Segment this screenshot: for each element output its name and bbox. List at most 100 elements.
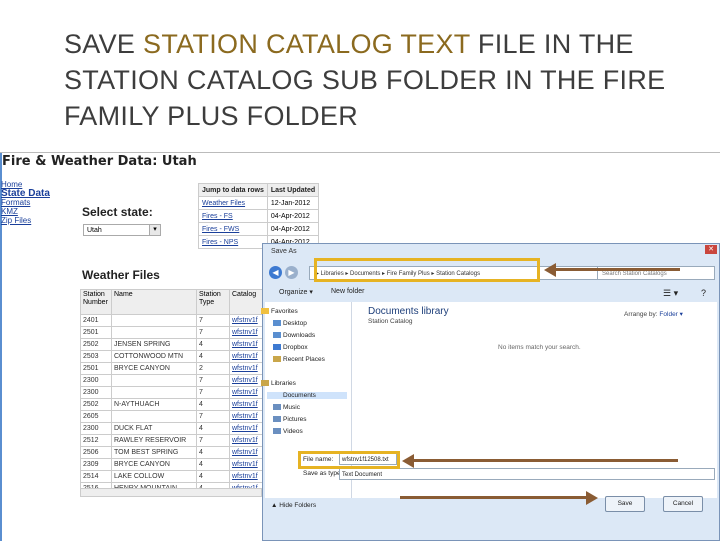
table-cell: TOM BEST SPRING	[111, 446, 197, 459]
savetype-select[interactable]: Text Document	[339, 468, 715, 480]
table-cell: RAWLEY RESERVOIR	[111, 434, 197, 447]
catalog-link[interactable]: wfstnv1f	[229, 446, 265, 459]
jump-link[interactable]: Fires - NPS	[198, 235, 268, 249]
back-button[interactable]: ◀	[269, 266, 282, 279]
table-cell: 2309	[80, 458, 112, 471]
save-button[interactable]: Save	[605, 496, 645, 512]
table-cell: 2300	[80, 386, 112, 399]
table-cell: 2502	[80, 338, 112, 351]
nav-link-formats[interactable]: Formats	[1, 198, 71, 207]
table-row: 2300 DUCK FLAT 4 wfstnv1f	[80, 422, 265, 435]
cancel-button[interactable]: Cancel	[663, 496, 703, 512]
nav-item-label: Favorites	[271, 308, 298, 315]
slide-title: SAVE STATION CATALOG TEXT FILE IN THE ST…	[64, 26, 704, 134]
catalog-link[interactable]: wfstnv1f	[229, 458, 265, 471]
jump-link[interactable]: Fires - FWS	[198, 222, 268, 236]
nav-item-favorites[interactable]: Favorites	[261, 308, 298, 315]
nav-item-dropbox[interactable]: Dropbox	[273, 344, 308, 351]
view-icon[interactable]: ☰ ▾	[663, 288, 678, 299]
table-row: 2502 JENSEN SPRING 4 wfstnv1f	[80, 338, 265, 351]
nav-item-label: Music	[283, 404, 300, 411]
nav-link-state-data[interactable]: State Data	[1, 189, 71, 199]
nav-item-music[interactable]: Music	[273, 404, 300, 411]
table-cell	[111, 410, 197, 423]
catalog-link[interactable]: wfstnv1f	[229, 422, 265, 435]
table-cell: 2300	[80, 422, 112, 435]
page-heading: Fire & Weather Data: Utah	[2, 154, 197, 169]
jump-date: 04-Apr-2012	[266, 209, 320, 223]
arrange-label: Arrange by:	[624, 311, 658, 318]
jump-link[interactable]: Fires - FS	[198, 209, 268, 223]
empty-message: No items match your search.	[498, 344, 581, 351]
close-icon[interactable]: ✕	[705, 245, 717, 254]
catalog-link[interactable]: wfstnv1f	[229, 314, 265, 327]
weather-table: Station Number Name Station Type Catalog…	[80, 289, 265, 495]
nav-item-label: Documents	[283, 392, 316, 399]
catalog-link[interactable]: wfstnv1f	[229, 338, 265, 351]
catalog-link[interactable]: wfstnv1f	[229, 470, 265, 483]
page-header: Fire & Weather Data: Utah	[0, 153, 720, 171]
nav-item-label: Videos	[283, 428, 303, 435]
table-cell: 2502	[80, 398, 112, 411]
arrange-value[interactable]: Folder ▾	[659, 311, 683, 318]
horizontal-scrollbar[interactable]	[80, 488, 262, 497]
table-cell: 2501	[80, 362, 112, 375]
nav-link-kmz[interactable]: KMZ	[1, 207, 71, 216]
dialog-toolbar: Organize ▾ New folder ☰ ▾ ?	[265, 286, 717, 300]
table-cell: 4	[196, 338, 230, 351]
table-row: Fires - FS 04-Apr-2012	[198, 209, 320, 223]
nav-link-zip-files[interactable]: Zip Files	[1, 216, 71, 225]
table-cell: 4	[196, 470, 230, 483]
catalog-link[interactable]: wfstnv1f	[229, 398, 265, 411]
catalog-link[interactable]: wfstnv1f	[229, 374, 265, 387]
catalog-link[interactable]: wfstnv1f	[229, 410, 265, 423]
table-row: 2300 7 wfstnv1f	[80, 386, 265, 399]
state-select[interactable]: Utah ▾	[83, 224, 161, 236]
arrange-by[interactable]: Arrange by: Folder ▾	[624, 310, 683, 318]
arrow-head-icon	[544, 263, 556, 277]
table-cell	[111, 374, 197, 387]
hide-folders-button[interactable]: ▲ Hide Folders	[271, 502, 316, 509]
arrow-filename	[414, 459, 678, 462]
table-row: 2506 TOM BEST SPRING 4 wfstnv1f	[80, 446, 265, 459]
table-cell: 7	[196, 326, 230, 339]
catalog-link[interactable]: wfstnv1f	[229, 326, 265, 339]
nav-item-downloads[interactable]: Downloads	[273, 332, 315, 339]
table-cell: 2506	[80, 446, 112, 459]
forward-button[interactable]: ▶	[285, 266, 298, 279]
address-highlight-box	[314, 258, 540, 282]
arrow-save	[400, 496, 586, 499]
catalog-link[interactable]: wfstnv1f	[229, 434, 265, 447]
nav-item-libraries[interactable]: Libraries	[261, 380, 296, 387]
table-cell: 4	[196, 398, 230, 411]
organize-button[interactable]: Organize ▾	[279, 288, 313, 296]
nav-item-desktop[interactable]: Desktop	[273, 320, 307, 327]
table-cell: 2401	[80, 314, 112, 327]
jump-link[interactable]: Weather Files	[198, 196, 268, 210]
table-cell: 4	[196, 350, 230, 363]
nav-item-videos[interactable]: Videos	[273, 428, 303, 435]
nav-item-label: Pictures	[283, 416, 307, 423]
jump-header: Last Updated	[266, 183, 320, 197]
table-cell: BRYCE CANYON	[111, 458, 197, 471]
table-cell: 7	[196, 434, 230, 447]
nav-item-recent-places[interactable]: Recent Places	[273, 356, 325, 363]
table-row: 2503 COTTONWOOD MTN 4 wfstnv1f	[80, 350, 265, 363]
catalog-link[interactable]: wfstnv1f	[229, 362, 265, 375]
table-cell: 4	[196, 422, 230, 435]
title-pre: SAVE	[64, 29, 144, 59]
table-cell: BRYCE CANYON	[111, 362, 197, 375]
help-icon[interactable]: ?	[701, 288, 706, 298]
table-cell: JENSEN SPRING	[111, 338, 197, 351]
nav-item-label: Dropbox	[283, 344, 308, 351]
new-folder-button[interactable]: New folder	[331, 288, 364, 295]
nav-item-pictures[interactable]: Pictures	[273, 416, 307, 423]
left-nav: Home State Data Formats KMZ Zip Files	[1, 180, 71, 225]
catalog-link[interactable]: wfstnv1f	[229, 350, 265, 363]
table-row: Weather Files 12-Jan-2012	[198, 196, 320, 210]
jump-header: Jump to data rows	[198, 183, 268, 197]
chevron-down-icon[interactable]: ▾	[149, 225, 160, 235]
title-highlight: STATION CATALOG TEXT	[143, 29, 471, 59]
catalog-link[interactable]: wfstnv1f	[229, 386, 265, 399]
nav-item-documents[interactable]: Documents	[267, 392, 347, 399]
